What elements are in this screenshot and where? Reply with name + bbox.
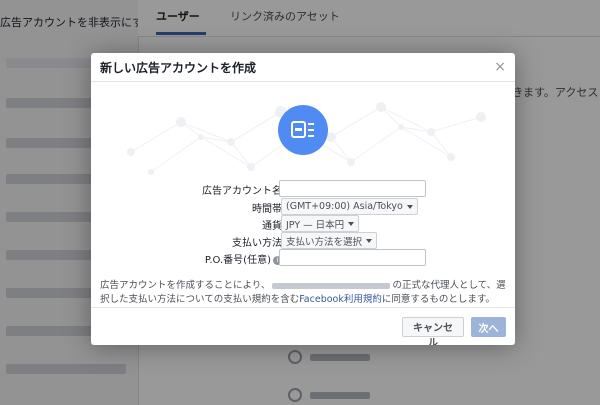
payment-row: 支払い方法 支払い方法を選択 xyxy=(91,232,515,249)
account-name-row: 広告アカウント名 xyxy=(91,180,515,197)
currency-value: JPY — 日本円 xyxy=(286,219,345,231)
po-number-label: P.O.番号(任意) xyxy=(204,255,271,266)
currency-row: 通貨 JPY — 日本円 xyxy=(91,215,515,232)
currency-select[interactable]: JPY — 日本円 xyxy=(281,215,360,232)
disclaimer-text-4: に同意するものとします。 xyxy=(381,294,495,305)
timezone-label: 時間帯 xyxy=(252,204,282,215)
facebook-terms-link[interactable]: Facebook利用規約 xyxy=(299,294,382,305)
chevron-down-icon xyxy=(406,204,413,209)
cancel-button[interactable]: キャンセル xyxy=(402,317,464,345)
terms-disclaimer: 広告アカウントを作成することにより、 の正式な代理人として、選択した支払い方法につ… xyxy=(100,279,506,307)
po-number-label-wrap: P.O.番号(任意) i xyxy=(205,251,282,266)
business-name-redacted xyxy=(272,282,391,289)
dialog-title: 新しい広告アカウントを作成 xyxy=(100,60,257,75)
po-number-input[interactable] xyxy=(279,249,426,266)
timezone-row: 時間帯 (GMT+09:00) Asia/Tokyo xyxy=(91,198,515,215)
dialog-footer: キャンセル 次へ xyxy=(91,307,515,345)
disclaimer-text-2: の正式な代理人とし xyxy=(392,280,478,291)
chevron-down-icon xyxy=(366,238,373,243)
timezone-select[interactable]: (GMT+09:00) Asia/Tokyo xyxy=(281,198,418,215)
po-number-row: P.O.番号(任意) i xyxy=(91,249,515,266)
chevron-down-icon xyxy=(348,221,355,226)
payment-label: 支払い方法 xyxy=(232,238,282,249)
currency-label: 通貨 xyxy=(262,221,282,232)
create-ad-account-dialog: 新しい広告アカウントを作成 × 広告アカウント名 時間帯 (GMT+09:00)… xyxy=(91,53,515,345)
ad-account-icon xyxy=(278,105,328,155)
payment-select[interactable]: 支払い方法を選択 xyxy=(281,232,378,249)
account-name-input[interactable] xyxy=(279,180,426,197)
next-button[interactable]: 次へ xyxy=(471,317,506,337)
account-name-label: 広告アカウント名 xyxy=(202,186,282,197)
disclaimer-text-1: 広告アカウントを作成することにより、 xyxy=(100,280,271,291)
payment-value: 支払い方法を選択 xyxy=(286,236,363,248)
timezone-value: (GMT+09:00) Asia/Tokyo xyxy=(286,201,403,212)
close-icon[interactable]: × xyxy=(494,59,506,75)
dialog-header: 新しい広告アカウントを作成 xyxy=(91,53,515,82)
